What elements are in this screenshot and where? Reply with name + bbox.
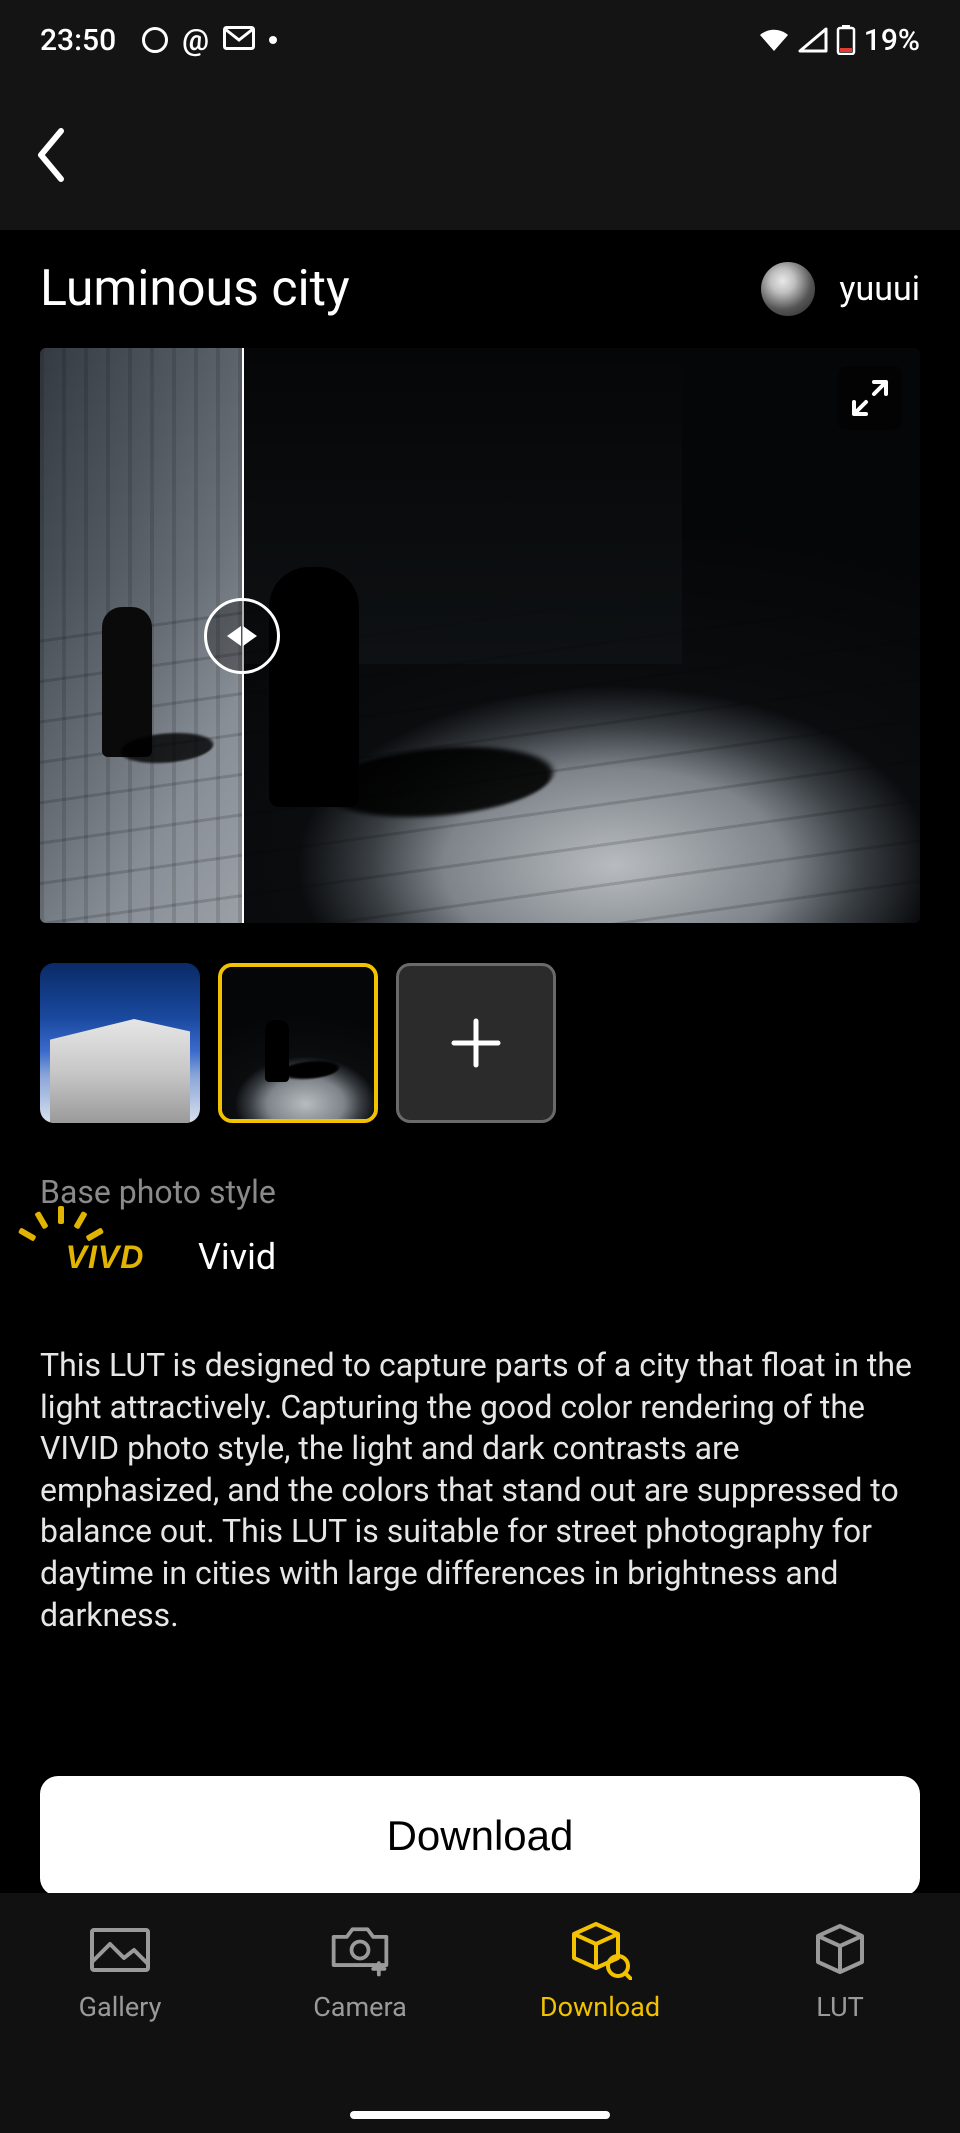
wifi-icon [758,27,790,53]
nav-camera-label: Camera [313,1991,407,2023]
base-style-label: Base photo style [40,1173,920,1211]
status-left: 23:50 @ [40,23,277,58]
top-nav [0,80,960,230]
nav-gallery-label: Gallery [79,1991,162,2023]
download-cube-icon [568,1923,632,1977]
bottom-nav: Gallery Camera Download LUT [0,1893,960,2133]
back-button[interactable] [20,125,80,185]
nav-gallery[interactable]: Gallery [0,1923,240,2023]
nav-lut-label: LUT [816,1991,863,2023]
more-notifications-dot-icon [269,36,277,44]
lut-title: Luminous city [40,260,350,318]
triangle-right-icon [243,626,257,646]
nav-download-label: Download [540,1991,660,2023]
circle-ring-icon [142,27,168,53]
nav-camera[interactable]: Camera [240,1923,480,2023]
battery-percent: 19% [864,23,920,58]
vivid-badge: VIVD [40,1229,170,1285]
status-bar: 23:50 @ 19% [0,0,960,80]
threads-icon: @ [182,23,209,58]
gallery-icon [88,1923,152,1977]
thumbnail-1[interactable] [40,963,200,1123]
cell-signal-icon [798,27,828,53]
thumbnail-2[interactable] [218,963,378,1123]
battery-icon [836,25,856,55]
lut-cube-icon [808,1923,872,1977]
author-name: yuuui [839,269,920,309]
status-right: 19% [758,23,920,58]
expand-icon [850,378,890,418]
status-notification-icons: @ [142,23,277,58]
expand-button[interactable] [838,366,902,430]
title-row: Luminous city yuuui [40,230,920,348]
sun-icon [38,1221,84,1267]
compare-slider-handle[interactable] [204,598,280,674]
style-name: Vivid [198,1236,276,1278]
add-thumbnail-button[interactable] [396,963,556,1123]
thumbnail-strip [40,963,920,1123]
status-time: 23:50 [40,23,116,58]
preview-image [40,348,920,923]
camera-icon [328,1923,392,1977]
lut-description: This LUT is designed to capture parts of… [40,1345,920,1636]
author-link[interactable]: yuuui [761,262,920,316]
triangle-left-icon [227,626,241,646]
chevron-left-icon [33,127,67,183]
base-style-row[interactable]: VIVD Vivid [40,1229,920,1285]
author-avatar [761,262,815,316]
nav-lut[interactable]: LUT [720,1923,960,2023]
plus-icon [446,1013,506,1073]
gmail-icon [223,23,255,58]
home-indicator[interactable] [350,2111,610,2119]
nav-download[interactable]: Download [480,1923,720,2023]
download-button[interactable]: Download [40,1776,920,1896]
